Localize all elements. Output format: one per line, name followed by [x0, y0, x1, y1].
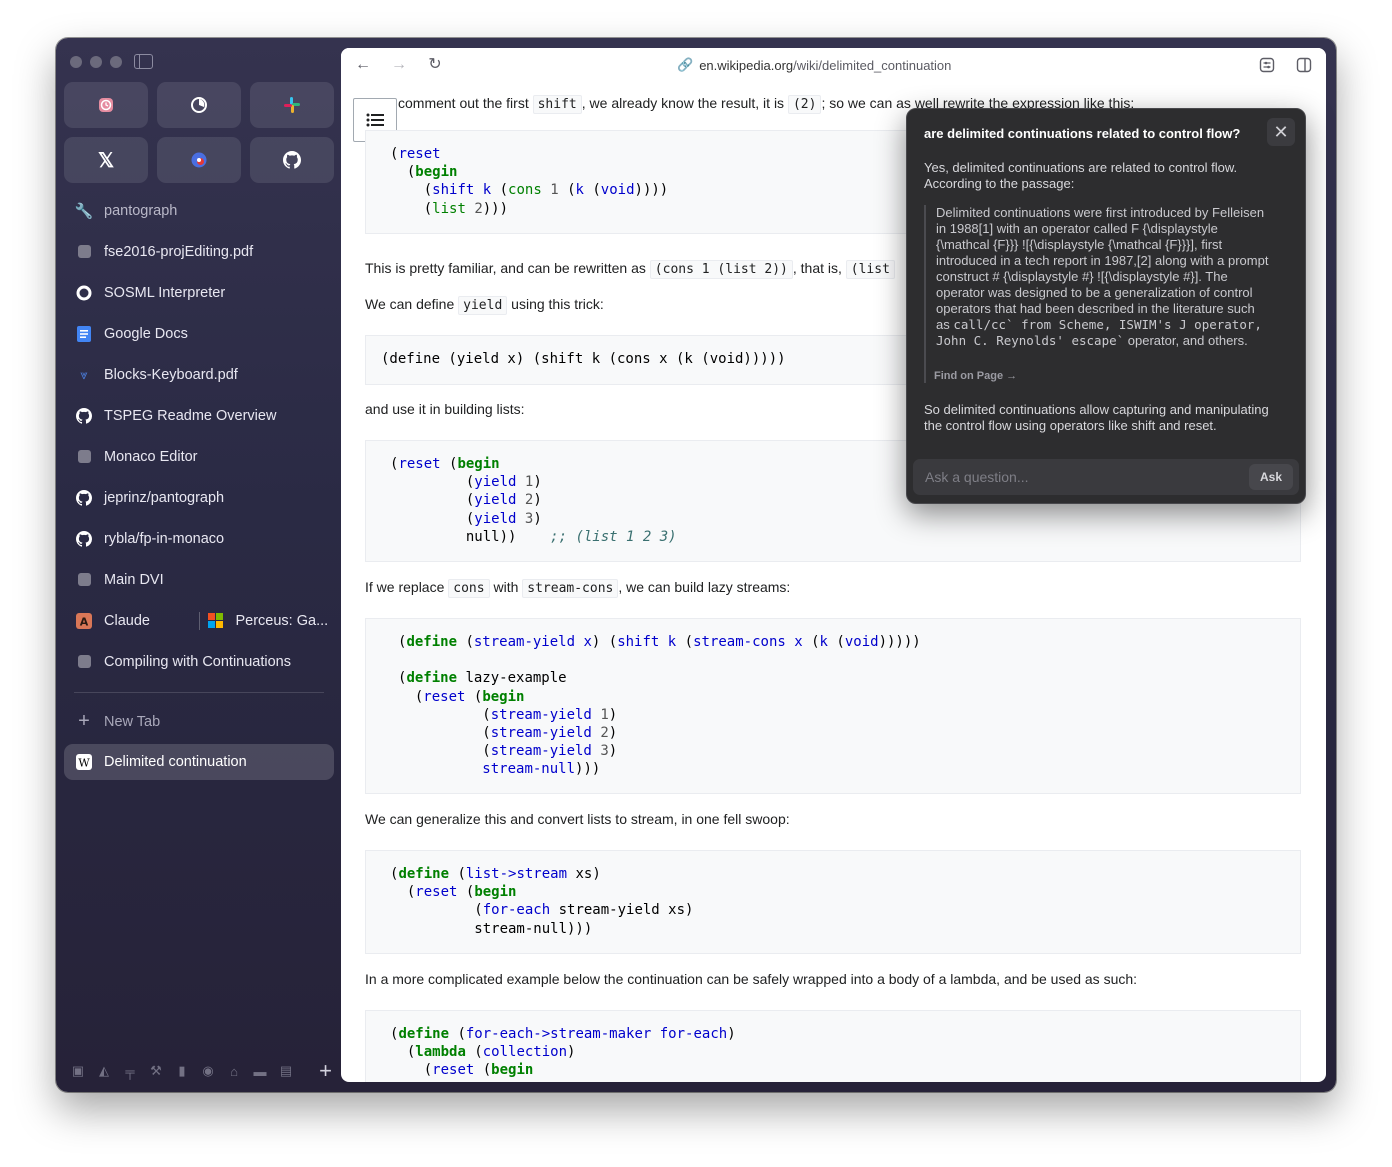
toolbar: ← → ↻ 🔗 en.wikipedia.org/wiki/delimited_… — [341, 48, 1326, 82]
split-divider — [198, 611, 200, 630]
lock-icon[interactable]: ⌂ — [226, 1064, 242, 1079]
close-icon: ✕ — [1273, 121, 1289, 142]
tab-main-dvi[interactable]: Main DVI — [64, 559, 334, 600]
sidebar-toggle-icon[interactable] — [134, 54, 153, 69]
feather-icon: ⩔ — [80, 366, 88, 382]
tab-claude[interactable]: A Claude — [76, 612, 203, 629]
paragraph-6: We can generalize this and convert lists… — [365, 811, 790, 827]
maximize-window-button[interactable] — [110, 56, 122, 68]
space-icon-6[interactable]: ▤ — [278, 1063, 294, 1078]
pinned-tab-timer[interactable] — [157, 82, 241, 128]
url-host: en.wikipedia.org — [699, 57, 794, 73]
square-icon — [76, 449, 92, 465]
space-icon-2[interactable]: ╤ — [122, 1064, 138, 1079]
tab-sosml[interactable]: SOSML Interpreter — [64, 272, 334, 313]
github-icon — [76, 407, 92, 424]
claude-icon: A — [76, 612, 92, 629]
code-block-5: (define (list->stream xs) (reset (begin … — [365, 850, 1301, 954]
window-controls — [70, 56, 122, 68]
ask-button[interactable]: Ask — [1249, 464, 1293, 490]
split-tab-row: A Claude Perceus: Ga... — [64, 600, 334, 641]
space-icon-3[interactable]: ▮ — [174, 1063, 190, 1078]
pinned-tab-clock[interactable] — [64, 82, 148, 128]
popup-question: are delimited continuations related to c… — [924, 126, 1241, 141]
answer-quote: Delimited continuations were first intro… — [924, 205, 1296, 383]
x-icon: 𝕏 — [97, 149, 115, 172]
find-on-page-link[interactable]: Find on Page → — [934, 370, 1017, 382]
link-icon: 🔗 — [677, 57, 694, 72]
sidebar-divider — [74, 692, 324, 693]
answer-intro: Yes, delimited continuations are related… — [924, 160, 1238, 191]
tab-delimited-continuation[interactable]: W Delimited continuation — [64, 744, 334, 780]
space-icon-1[interactable]: ◭ — [96, 1063, 112, 1078]
wikipedia-icon: W — [76, 754, 92, 770]
url-bar[interactable]: 🔗 en.wikipedia.org/wiki/delimited_contin… — [677, 57, 951, 73]
timer-app-icon — [191, 97, 207, 113]
square-icon — [76, 572, 92, 588]
tab-pantograph[interactable]: 🔧 pantograph — [64, 190, 334, 231]
browser-window: 𝕏 🔧 pantograph fse2016-projEditing.pdf S… — [56, 38, 1336, 1092]
tab-monaco-editor[interactable]: Monaco Editor — [64, 436, 334, 477]
paragraph-2: This is pretty familiar, and can be rewr… — [365, 257, 895, 281]
add-space-button[interactable]: + — [319, 1060, 332, 1082]
code-block-4: (define (stream-yield x) (shift k (strea… — [365, 618, 1301, 794]
ring-icon — [76, 285, 92, 301]
pinned-tab-slack[interactable] — [250, 82, 334, 128]
list-icon — [366, 113, 384, 127]
ask-question-input[interactable] — [925, 469, 1225, 485]
back-button[interactable]: ← — [355, 57, 371, 73]
github-icon — [283, 151, 301, 169]
svg-text:A: A — [80, 615, 89, 628]
pdf-icon — [76, 244, 92, 260]
tab-list: 🔧 pantograph fse2016-projEditing.pdf SOS… — [64, 190, 334, 780]
paragraph-3: We can define yield using this trick: — [365, 296, 604, 315]
github-icon — [76, 489, 92, 506]
ai-answer-popup: are delimited continuations related to c… — [906, 108, 1306, 504]
tab-rybla-fp-in-monaco[interactable]: rybla/fp-in-monaco — [64, 518, 334, 559]
pinned-tabs: 𝕏 — [64, 82, 334, 183]
svg-text:W: W — [78, 757, 90, 770]
pinned-tab-x[interactable]: 𝕏 — [64, 137, 148, 183]
wrench-icon: 🔧 — [74, 202, 94, 220]
space-icon-4[interactable]: ◉ — [200, 1063, 216, 1078]
pinned-tab-chrome-app[interactable] — [157, 137, 241, 183]
ask-row: Ask — [913, 459, 1299, 495]
forward-button[interactable]: → — [391, 57, 407, 73]
code-block-6: (define (for-each->stream-maker for-each… — [365, 1010, 1301, 1082]
pinned-tab-github[interactable] — [250, 137, 334, 183]
new-tab-button[interactable]: + New Tab — [64, 701, 334, 742]
page-settings-icon[interactable] — [1259, 57, 1275, 73]
space-icon-5[interactable]: ▬ — [252, 1064, 268, 1079]
sidebar-bottom-bar: ▣ ◭ ╤ ⚒ ▮ ◉ ⌂ ▬ ▤ + — [70, 1060, 332, 1082]
split-view-icon[interactable] — [1296, 57, 1312, 73]
answer-outro: So delimited continuations allow capturi… — [924, 402, 1269, 433]
sidebar: 𝕏 🔧 pantograph fse2016-projEditing.pdf S… — [56, 38, 341, 1092]
paragraph-4: and use it in building lists: — [365, 401, 525, 417]
tab-jeprinz-pantograph[interactable]: jeprinz/pantograph — [64, 477, 334, 518]
url-path: /wiki/delimited_continuation — [793, 57, 952, 73]
paragraph-7: In a more complicated example below the … — [365, 971, 1138, 987]
paragraph-5: If we replace cons with stream-cons, we … — [365, 579, 791, 598]
plus-icon: + — [78, 710, 90, 732]
slack-icon — [284, 97, 300, 113]
clock-app-icon — [99, 98, 113, 112]
tab-perceus[interactable]: Perceus: Ga... — [207, 613, 334, 629]
tab-google-docs[interactable]: Google Docs — [64, 313, 334, 354]
square-icon — [76, 654, 92, 670]
close-window-button[interactable] — [70, 56, 82, 68]
reload-button[interactable]: ↻ — [427, 57, 443, 73]
tab-blocks-keyboard[interactable]: ⩔ Blocks-Keyboard.pdf — [64, 354, 334, 395]
github-icon — [76, 530, 92, 547]
archive-icon[interactable]: ▣ — [70, 1063, 86, 1078]
chrome-app-icon — [191, 152, 207, 168]
tab-tspeg[interactable]: TSPEG Readme Overview — [64, 395, 334, 436]
close-popup-button[interactable]: ✕ — [1267, 118, 1295, 146]
docs-icon — [76, 325, 92, 342]
tab-fse2016[interactable]: fse2016-projEditing.pdf — [64, 231, 334, 272]
microsoft-icon — [207, 613, 223, 629]
wrench-icon[interactable]: ⚒ — [148, 1063, 164, 1078]
tab-compiling-with-continuations[interactable]: Compiling with Continuations — [64, 641, 334, 682]
minimize-window-button[interactable] — [90, 56, 102, 68]
